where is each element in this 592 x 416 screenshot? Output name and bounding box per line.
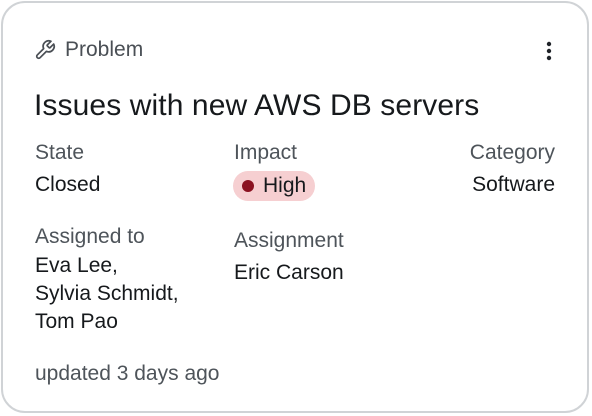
card-type-label: Problem [65,38,144,61]
state-label: State [35,141,85,164]
problem-card[interactable]: Problem Issues with new AWS DB servers S… [1,1,589,413]
assigned-to-label: Assigned to [35,225,145,248]
assignment-field: Assignment Eric Carson [234,228,344,287]
assignee-name: Tom Pao [35,310,118,333]
category-label: Category [469,141,555,164]
problem-title[interactable]: Issues with new AWS DB servers [34,87,479,125]
state-field: State Closed [35,140,100,199]
state-value: Closed [35,173,101,196]
impact-label: Impact [234,141,298,164]
impact-value: High [263,174,307,197]
category-value: Software [472,173,555,196]
updated-timestamp: updated 3 days ago [35,362,220,385]
more-options-button[interactable] [539,37,559,65]
assignment-value: Eric Carson [234,261,344,284]
wrench-icon [34,39,56,61]
assignee-name: Eva Lee, [35,254,118,277]
impact-dot-icon [242,180,254,192]
more-vertical-icon [546,41,552,61]
impact-badge: High [233,171,316,201]
assignment-label: Assignment [234,229,344,252]
card-type-header: Problem [34,37,143,63]
assigned-to-list: Eva Lee, Sylvia Schmidt, Tom Pao [35,252,179,336]
assignee-name: Sylvia Schmidt, [35,282,179,305]
category-field: Category Software [470,140,555,199]
impact-field: Impact High [233,140,316,201]
assigned-to-field: Assigned to Eva Lee, Sylvia Schmidt, Tom… [35,224,179,336]
